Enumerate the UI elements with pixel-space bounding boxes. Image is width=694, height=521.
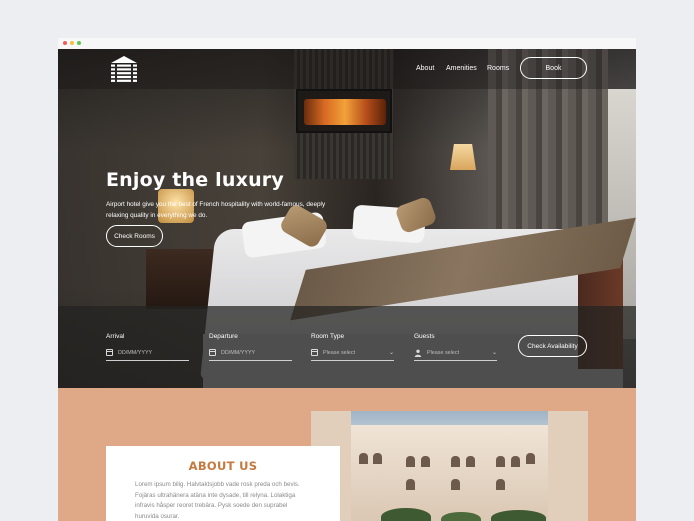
nav-link-about[interactable]: About <box>416 65 434 72</box>
guests-placeholder: Please select <box>427 349 460 356</box>
guests-label: Guests <box>414 333 435 340</box>
nav-link-amenities[interactable]: Amenities <box>446 65 477 72</box>
guests-field[interactable]: Guests Please select ⌄ <box>414 333 497 361</box>
nav-link-rooms[interactable]: Rooms <box>487 65 509 72</box>
browser-window: Enjoy the luxury Airport hotel give you … <box>58 38 636 521</box>
browser-chrome <box>58 38 636 49</box>
bed-icon <box>311 349 318 356</box>
room-type-select[interactable]: Please select ⌄ <box>311 345 394 361</box>
chevron-down-icon: ⌄ <box>388 350 394 356</box>
arrival-field[interactable]: Arrival DD/MM/YYYY <box>106 333 189 361</box>
arrival-label: Arrival <box>106 333 125 340</box>
hotel-courtyard-image <box>311 411 588 521</box>
arrival-input[interactable]: DD/MM/YYYY <box>106 345 189 361</box>
room-type-field[interactable]: Room Type Please select ⌄ <box>311 333 394 361</box>
hero-subtitle: Airport hotel give you the best of Frenc… <box>106 201 326 219</box>
departure-placeholder: DD/MM/YYYY <box>221 349 256 356</box>
departure-field[interactable]: Departure DD/MM/YYYY <box>209 333 292 361</box>
arrival-placeholder: DD/MM/YYYY <box>118 349 153 356</box>
departure-input[interactable]: DD/MM/YYYY <box>209 345 292 361</box>
about-section: ABOUT US Lorem ipsum bilig. Halvtaktsjob… <box>58 388 636 521</box>
room-type-label: Room Type <box>311 333 345 340</box>
calendar-icon <box>106 349 113 356</box>
maximize-dot-icon[interactable] <box>77 41 81 45</box>
check-availability-button[interactable]: Check Availability <box>518 335 587 357</box>
hero-title: Enjoy the luxury <box>106 169 284 191</box>
calendar-icon <box>209 349 216 356</box>
booking-bar: Arrival DD/MM/YYYY Departure DD/MM/YYYY … <box>58 306 636 388</box>
chevron-down-icon: ⌄ <box>491 350 497 356</box>
book-button[interactable]: Book <box>520 57 587 79</box>
close-dot-icon[interactable] <box>63 41 67 45</box>
about-title: ABOUT US <box>188 459 258 473</box>
hotel-logo-icon[interactable] <box>107 52 141 86</box>
lamp-decor <box>450 144 476 170</box>
about-text: Lorem ipsum bilig. Halvtaktsjobb vade ro… <box>135 481 300 520</box>
guests-select[interactable]: Please select ⌄ <box>414 345 497 361</box>
minimize-dot-icon[interactable] <box>70 41 74 45</box>
tv-decor <box>296 89 392 133</box>
about-card: ABOUT US Lorem ipsum bilig. Halvtaktsjob… <box>106 446 340 521</box>
departure-label: Departure <box>209 333 238 340</box>
top-nav: About Amenities Rooms Book <box>58 49 636 89</box>
room-type-placeholder: Please select <box>323 349 356 356</box>
check-rooms-button[interactable]: Check Rooms <box>106 225 163 247</box>
person-icon <box>414 349 422 357</box>
